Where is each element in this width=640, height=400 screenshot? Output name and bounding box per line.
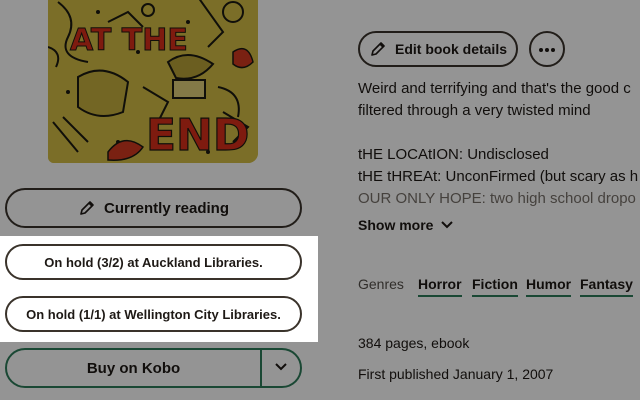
description-line: tHE tHREAt: UnconFirmed (but scary as h — [358, 168, 639, 185]
genre-link-humor[interactable]: Humor — [526, 276, 572, 297]
pencil-icon — [78, 199, 96, 217]
description-line: filtered through a very twisted mind — [358, 102, 591, 119]
show-more-label: Show more — [358, 217, 434, 233]
chevron-down-icon — [274, 359, 288, 377]
edit-book-details-label: Edit book details — [394, 41, 507, 57]
show-more-button[interactable]: Show more — [358, 217, 454, 233]
genre-link-fantasy[interactable]: Fantasy — [580, 276, 633, 297]
cover-title-line1: AT THE — [70, 23, 188, 58]
hold-auckland-button[interactable]: On hold (3/2) at Auckland Libraries. — [5, 244, 302, 280]
genre-link-horror[interactable]: Horror — [418, 276, 462, 297]
hold-auckland-label: On hold (3/2) at Auckland Libraries. — [44, 254, 263, 270]
buy-label: Buy on Kobo — [86, 359, 181, 377]
currently-reading-label: Currently reading — [103, 199, 230, 217]
buy-options-dropdown[interactable] — [260, 350, 300, 386]
description-line: Weird and terrifying and that's the good… — [358, 80, 631, 97]
cover-art: AT THE END — [48, 0, 258, 163]
more-options-button[interactable] — [529, 31, 565, 67]
page-count: 384 pages, ebook — [358, 335, 470, 351]
hold-wellington-button[interactable]: On hold (1/1) at Wellington City Librari… — [5, 296, 302, 332]
book-description: Weird and terrifying and that's the good… — [358, 78, 640, 210]
currently-reading-button[interactable]: Currently reading — [5, 188, 302, 228]
hold-wellington-label: On hold (1/1) at Wellington City Librari… — [26, 306, 281, 322]
cover-title-line2: END — [146, 110, 249, 161]
buy-on-kobo-button[interactable]: Buy on Kobo — [7, 350, 260, 386]
book-page: AT THE END Currently reading On hold (3/… — [0, 0, 640, 400]
genre-link-fiction[interactable]: Fiction — [472, 276, 518, 297]
pencil-icon — [369, 40, 387, 58]
description-line-faded: OUR ONLY HOPE: two high school dropo — [358, 190, 636, 207]
buy-button-group: Buy on Kobo — [5, 348, 302, 388]
chevron-down-icon — [441, 221, 454, 229]
more-dots-icon — [538, 40, 556, 58]
description-line: tHE LOCAtION: Undisclosed — [358, 146, 549, 163]
publication-date: First published January 1, 2007 — [358, 366, 554, 382]
book-cover[interactable]: AT THE END — [48, 0, 258, 163]
edit-book-details-button[interactable]: Edit book details — [358, 31, 518, 67]
genres-label: Genres — [358, 276, 404, 292]
